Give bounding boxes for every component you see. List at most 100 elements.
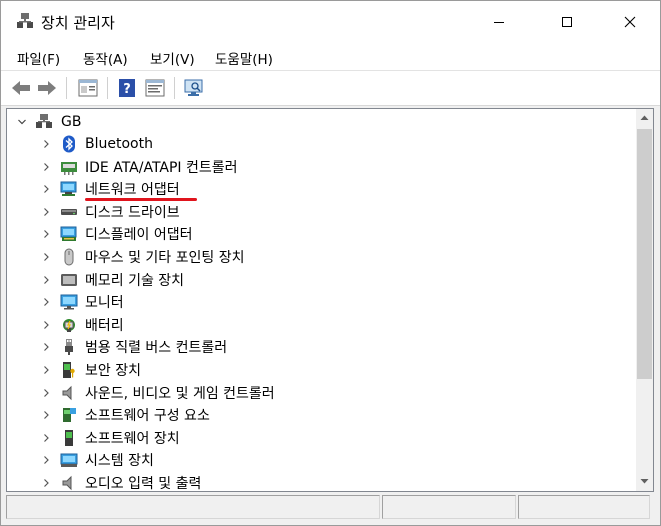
chevron-right-icon[interactable] [41, 455, 51, 465]
chevron-right-icon[interactable] [41, 184, 51, 194]
tree-item[interactable]: 모니터 [7, 291, 627, 313]
tree-item-label: 디스플레이 어댑터 [85, 227, 193, 244]
scan-hardware-icon[interactable] [183, 77, 205, 99]
close-icon [624, 16, 636, 28]
scrollbar-thumb[interactable] [637, 129, 652, 379]
tree-item[interactable]: Bluetooth [7, 133, 627, 155]
chevron-right-icon[interactable] [41, 207, 51, 217]
tree-item[interactable]: 디스플레이 어댑터 [7, 223, 627, 245]
usb-icon [65, 339, 73, 356]
window-title: 장치 관리자 [41, 14, 115, 32]
tree-item-label: 네트워크 어댑터 [85, 182, 180, 199]
chevron-right-icon[interactable] [41, 275, 51, 285]
menu-help[interactable]: 도움말(H) [215, 48, 273, 68]
minimize-button[interactable] [476, 1, 522, 43]
tree-item[interactable]: 사운드, 비디오 및 게임 컨트롤러 [7, 382, 627, 404]
tree-item-label: 소프트웨어 장치 [85, 430, 180, 447]
tree-item[interactable]: 시스템 장치 [7, 449, 627, 471]
audio-io-icon [62, 475, 72, 491]
tree-root[interactable]: GB [7, 111, 627, 133]
tree-item[interactable]: 마우스 및 기타 포인팅 장치 [7, 246, 627, 268]
menu-view[interactable]: 보기(V) [150, 48, 195, 68]
disk-drive-icon [61, 208, 77, 215]
tree-item[interactable]: 오디오 입력 및 출력 [7, 472, 627, 491]
software-device-icon [65, 429, 73, 446]
vertical-scrollbar[interactable] [636, 109, 653, 491]
toolbar: ? [1, 70, 660, 106]
minimize-icon [494, 22, 504, 23]
memory-device-icon [61, 273, 77, 286]
tree-item-label: 사운드, 비디오 및 게임 컨트롤러 [85, 385, 275, 402]
chevron-down-icon[interactable] [17, 117, 27, 127]
tree-item[interactable]: 소프트웨어 구성 요소 [7, 404, 627, 426]
system-device-icon [60, 453, 78, 468]
tree-item-label: 범용 직렬 버스 컨트롤러 [85, 340, 228, 357]
chevron-right-icon[interactable] [41, 229, 51, 239]
monitor-icon [60, 294, 78, 310]
tree-item-label: 시스템 장치 [85, 453, 154, 470]
tree-item-label: 메모리 기술 장치 [85, 272, 185, 289]
svg-text:?: ? [123, 82, 131, 97]
toolbar-separator [174, 77, 175, 99]
tree-item[interactable]: 보안 장치 [7, 359, 627, 381]
network-adapter-icon [60, 181, 77, 197]
view-resources-icon[interactable] [144, 77, 166, 99]
sound-icon [62, 385, 72, 400]
chevron-right-icon[interactable] [41, 252, 51, 262]
tree-item[interactable]: 디스크 드라이브 [7, 201, 627, 223]
tree-item-label: 마우스 및 기타 포인팅 장치 [85, 250, 245, 266]
chevron-right-icon[interactable] [41, 410, 51, 420]
tree-item-label: 배터리 [85, 317, 124, 334]
toolbar-separator [107, 77, 108, 99]
scroll-down-icon[interactable] [640, 477, 649, 485]
status-panel [6, 495, 380, 519]
close-button[interactable] [607, 1, 653, 43]
tree-item-label: 소프트웨어 구성 요소 [85, 408, 210, 425]
chevron-right-icon[interactable] [41, 297, 51, 307]
mouse-icon [64, 248, 74, 266]
bluetooth-icon [63, 135, 75, 153]
properties-icon[interactable] [77, 77, 99, 99]
battery-icon [63, 318, 75, 332]
computer-icon [36, 114, 52, 128]
title-bar[interactable]: 장치 관리자 [1, 1, 660, 43]
maximize-icon [562, 17, 572, 27]
chevron-right-icon[interactable] [41, 139, 51, 149]
security-device-icon [63, 362, 75, 378]
tree-item[interactable]: 네트워크 어댑터 [7, 178, 627, 200]
menu-action[interactable]: 동작(A) [83, 48, 128, 68]
chevron-right-icon[interactable] [41, 320, 51, 330]
status-panel [518, 495, 650, 519]
chevron-right-icon[interactable] [41, 342, 51, 352]
chevron-right-icon[interactable] [41, 388, 51, 398]
tree-item[interactable]: 메모리 기술 장치 [7, 269, 627, 291]
help-icon[interactable]: ? [116, 77, 138, 99]
display-adapter-icon [60, 226, 77, 242]
menu-file[interactable]: 파일(F) [17, 48, 60, 68]
tree-item[interactable]: 소프트웨어 장치 [7, 427, 627, 449]
forward-arrow-icon[interactable] [36, 77, 58, 99]
software-component-icon [63, 408, 76, 423]
tree-item[interactable]: IDE ATA/ATAPI 컨트롤러 [7, 156, 627, 178]
tree-item-label: 보안 장치 [85, 363, 141, 379]
tree-item-label: 모니터 [85, 295, 124, 312]
device-manager-window: 장치 관리자 파일(F) 동작(A) 보기(V) 도움말(H) ? GB Blu… [0, 0, 661, 526]
tree-item-label: Bluetooth [85, 136, 153, 152]
toolbar-separator [66, 77, 67, 99]
tree-item-label: 디스크 드라이브 [85, 204, 180, 221]
maximize-button[interactable] [544, 1, 590, 43]
device-manager-icon [17, 13, 33, 28]
annotation-underline [85, 198, 197, 201]
status-panel [382, 495, 516, 519]
chevron-right-icon[interactable] [41, 433, 51, 443]
chevron-right-icon[interactable] [41, 162, 51, 172]
chevron-right-icon[interactable] [41, 365, 51, 375]
device-tree[interactable]: GB Bluetooth IDE ATA/ATAPI 컨트롤러네트워크 어댑터디스… [6, 108, 654, 492]
chevron-right-icon[interactable] [41, 478, 51, 488]
tree-item[interactable]: 배터리 [7, 314, 627, 336]
tree-item[interactable]: 범용 직렬 버스 컨트롤러 [7, 336, 627, 358]
scroll-up-icon[interactable] [640, 114, 649, 122]
status-bar [6, 493, 652, 519]
back-arrow-icon[interactable] [10, 77, 32, 99]
menu-bar: 파일(F) 동작(A) 보기(V) 도움말(H) [1, 43, 660, 70]
